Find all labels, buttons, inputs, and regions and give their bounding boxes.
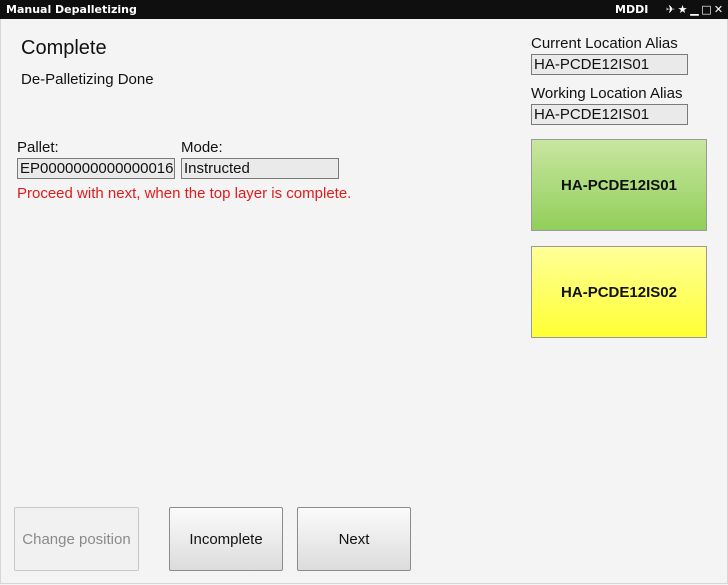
location-button-is02[interactable]: HA-PCDE12IS02 [531, 246, 707, 338]
current-location-field[interactable]: HA-PCDE12IS01 [531, 54, 688, 75]
pallet-label: Pallet: [17, 139, 59, 156]
mode-label: Mode: [181, 139, 223, 156]
brand-label: MDDI [615, 3, 649, 16]
current-location-label: Current Location Alias [531, 35, 678, 52]
page-title: Complete [21, 37, 107, 59]
pin-icon[interactable]: ✈ [665, 1, 676, 18]
instruction-message: Proceed with next, when the top layer is… [17, 185, 352, 202]
maximize-icon[interactable]: □ [701, 1, 712, 18]
title-bar: Manual Depalletizing MDDI ✈ ★ ▁ □ ✕ [0, 0, 728, 19]
next-label: Next [338, 530, 370, 548]
location-button-label: HA-PCDE12IS01 [561, 176, 677, 194]
working-location-label: Working Location Alias [531, 85, 683, 102]
incomplete-button[interactable]: Incomplete [169, 507, 283, 571]
close-icon[interactable]: ✕ [713, 1, 724, 18]
change-position-button[interactable]: Change position [14, 507, 139, 571]
pallet-field[interactable]: EP0000000000000016 [17, 158, 175, 179]
mode-field[interactable]: Instructed [181, 158, 339, 179]
window-controls: ✈ ★ ▁ □ ✕ [665, 1, 724, 18]
location-button-label: HA-PCDE12IS02 [561, 283, 677, 301]
change-position-label: Change position [22, 530, 131, 548]
location-button-is01[interactable]: HA-PCDE12IS01 [531, 139, 707, 231]
window-title: Manual Depalletizing [6, 3, 137, 16]
status-text: De-Palletizing Done [21, 71, 154, 88]
favorite-icon[interactable]: ★ [677, 1, 688, 18]
working-location-field[interactable]: HA-PCDE12IS01 [531, 104, 688, 125]
minimize-icon[interactable]: ▁ [689, 1, 700, 18]
next-button[interactable]: Next [297, 507, 411, 571]
incomplete-label: Incomplete [189, 530, 263, 548]
